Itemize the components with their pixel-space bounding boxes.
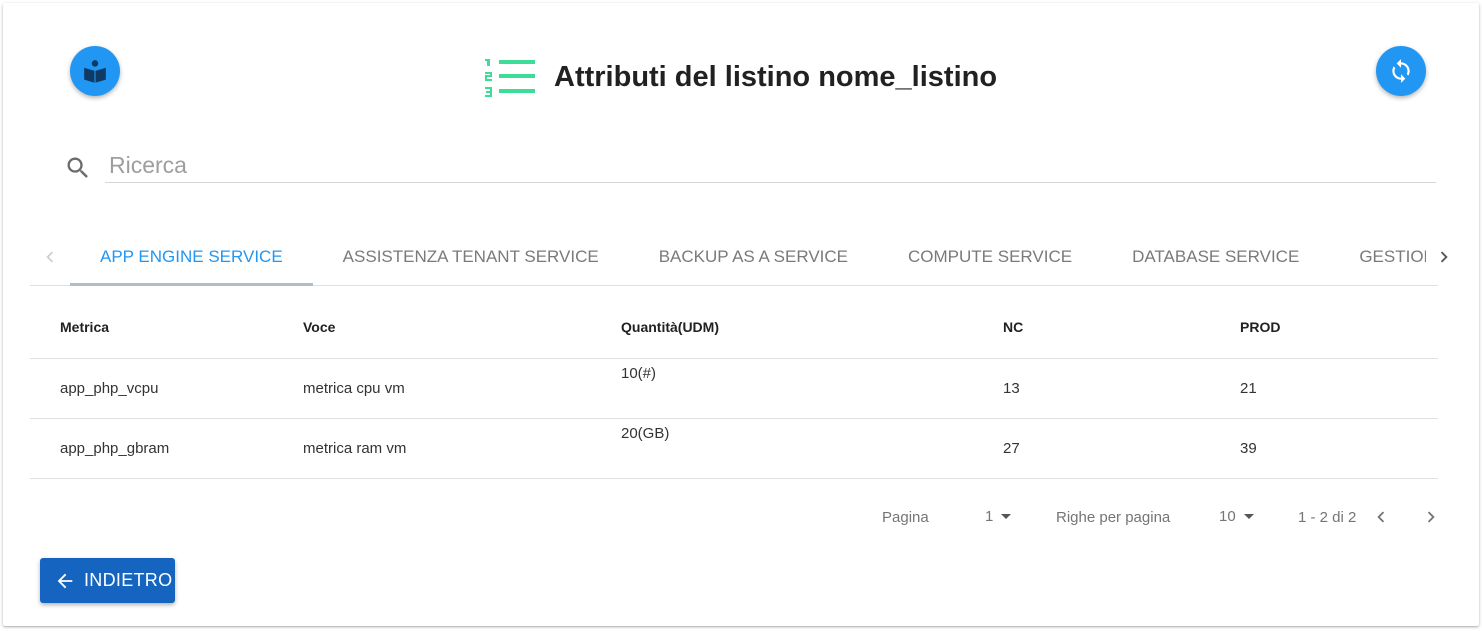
book-reader-icon [84, 60, 106, 83]
chevron-right-icon [1440, 251, 1448, 262]
column-header-voce[interactable]: Voce [303, 297, 621, 359]
caret-down-icon [1001, 514, 1012, 519]
cell-prod: 21 [1240, 358, 1438, 419]
page-header: Attributi del listino nome_listino [484, 55, 997, 99]
page-title: Attributi del listino nome_listino [554, 60, 998, 93]
rows-per-page-value: 10 [1219, 508, 1236, 525]
tab-backup-as-a-service[interactable]: BACKUP AS A SERVICE [629, 228, 878, 285]
cell-prod: 39 [1240, 418, 1438, 479]
page-range: 1 - 2 di 2 [1298, 509, 1357, 526]
service-tabs: APP ENGINE SERVICE ASSISTENZA TENANT SER… [30, 228, 1462, 286]
column-header-prod[interactable]: PROD [1240, 297, 1438, 359]
cell-metrica: app_php_vcpu [30, 358, 303, 419]
tabs-scroll-right-button[interactable] [1426, 228, 1462, 285]
cell-nc: 27 [1003, 418, 1240, 479]
column-header-nc[interactable]: NC [1003, 297, 1240, 359]
rows-per-page-select[interactable]: 10 [1219, 508, 1254, 525]
cell-nc: 13 [1003, 358, 1240, 419]
next-page-button[interactable] [1417, 503, 1445, 531]
refresh-button[interactable] [1376, 46, 1426, 96]
search-input[interactable] [105, 148, 1436, 183]
cell-voce: metrica cpu vm [303, 358, 621, 419]
caret-down-icon [1243, 514, 1254, 519]
back-button[interactable]: INDIETRO [40, 558, 175, 603]
table-header-row: Metrica Voce Quantità(UDM) NC PROD [30, 297, 1438, 359]
attributes-table: Metrica Voce Quantità(UDM) NC PROD app_p… [30, 297, 1438, 479]
chevron-left-icon [1377, 511, 1385, 523]
table-row[interactable]: app_php_gbram metrica ram vm 20(GB) 27 3… [30, 418, 1438, 479]
rows-per-page-label: Righe per pagina [1056, 509, 1171, 526]
column-header-metrica[interactable]: Metrica [30, 297, 303, 359]
tab-compute-service[interactable]: COMPUTE SERVICE [878, 228, 1102, 285]
chevron-right-icon [1427, 511, 1435, 523]
page-select[interactable]: 1 [985, 508, 1012, 525]
arrow-left-icon [57, 573, 73, 588]
cell-quantita: 20(GB) [621, 418, 1003, 479]
book-reader-button[interactable] [70, 46, 120, 96]
table-row[interactable]: app_php_vcpu metrica cpu vm 10(#) 13 21 [30, 358, 1438, 419]
cell-metrica: app_php_gbram [30, 418, 303, 479]
tabs-scroll-left-button[interactable] [30, 228, 70, 285]
cell-voce: metrica ram vm [303, 418, 621, 479]
tab-app-engine-service[interactable]: APP ENGINE SERVICE [70, 228, 313, 286]
numbered-list-icon [485, 59, 535, 97]
tab-assistenza-tenant-service[interactable]: ASSISTENZA TENANT SERVICE [313, 228, 629, 285]
previous-page-button[interactable] [1367, 503, 1395, 531]
column-header-quantita[interactable]: Quantità(UDM) [621, 297, 1003, 359]
tab-gestione[interactable]: GESTIONE [1329, 228, 1426, 285]
tabs-viewport: APP ENGINE SERVICE ASSISTENZA TENANT SER… [70, 228, 1426, 286]
page-label: Pagina [882, 509, 929, 526]
chevron-left-icon [46, 251, 54, 262]
cell-quantita: 10(#) [621, 358, 1003, 419]
search-icon [67, 157, 88, 178]
page-select-value: 1 [985, 508, 994, 525]
tab-database-service[interactable]: DATABASE SERVICE [1102, 228, 1329, 285]
refresh-icon [1392, 59, 1410, 83]
back-button-label: INDIETRO [84, 570, 173, 590]
